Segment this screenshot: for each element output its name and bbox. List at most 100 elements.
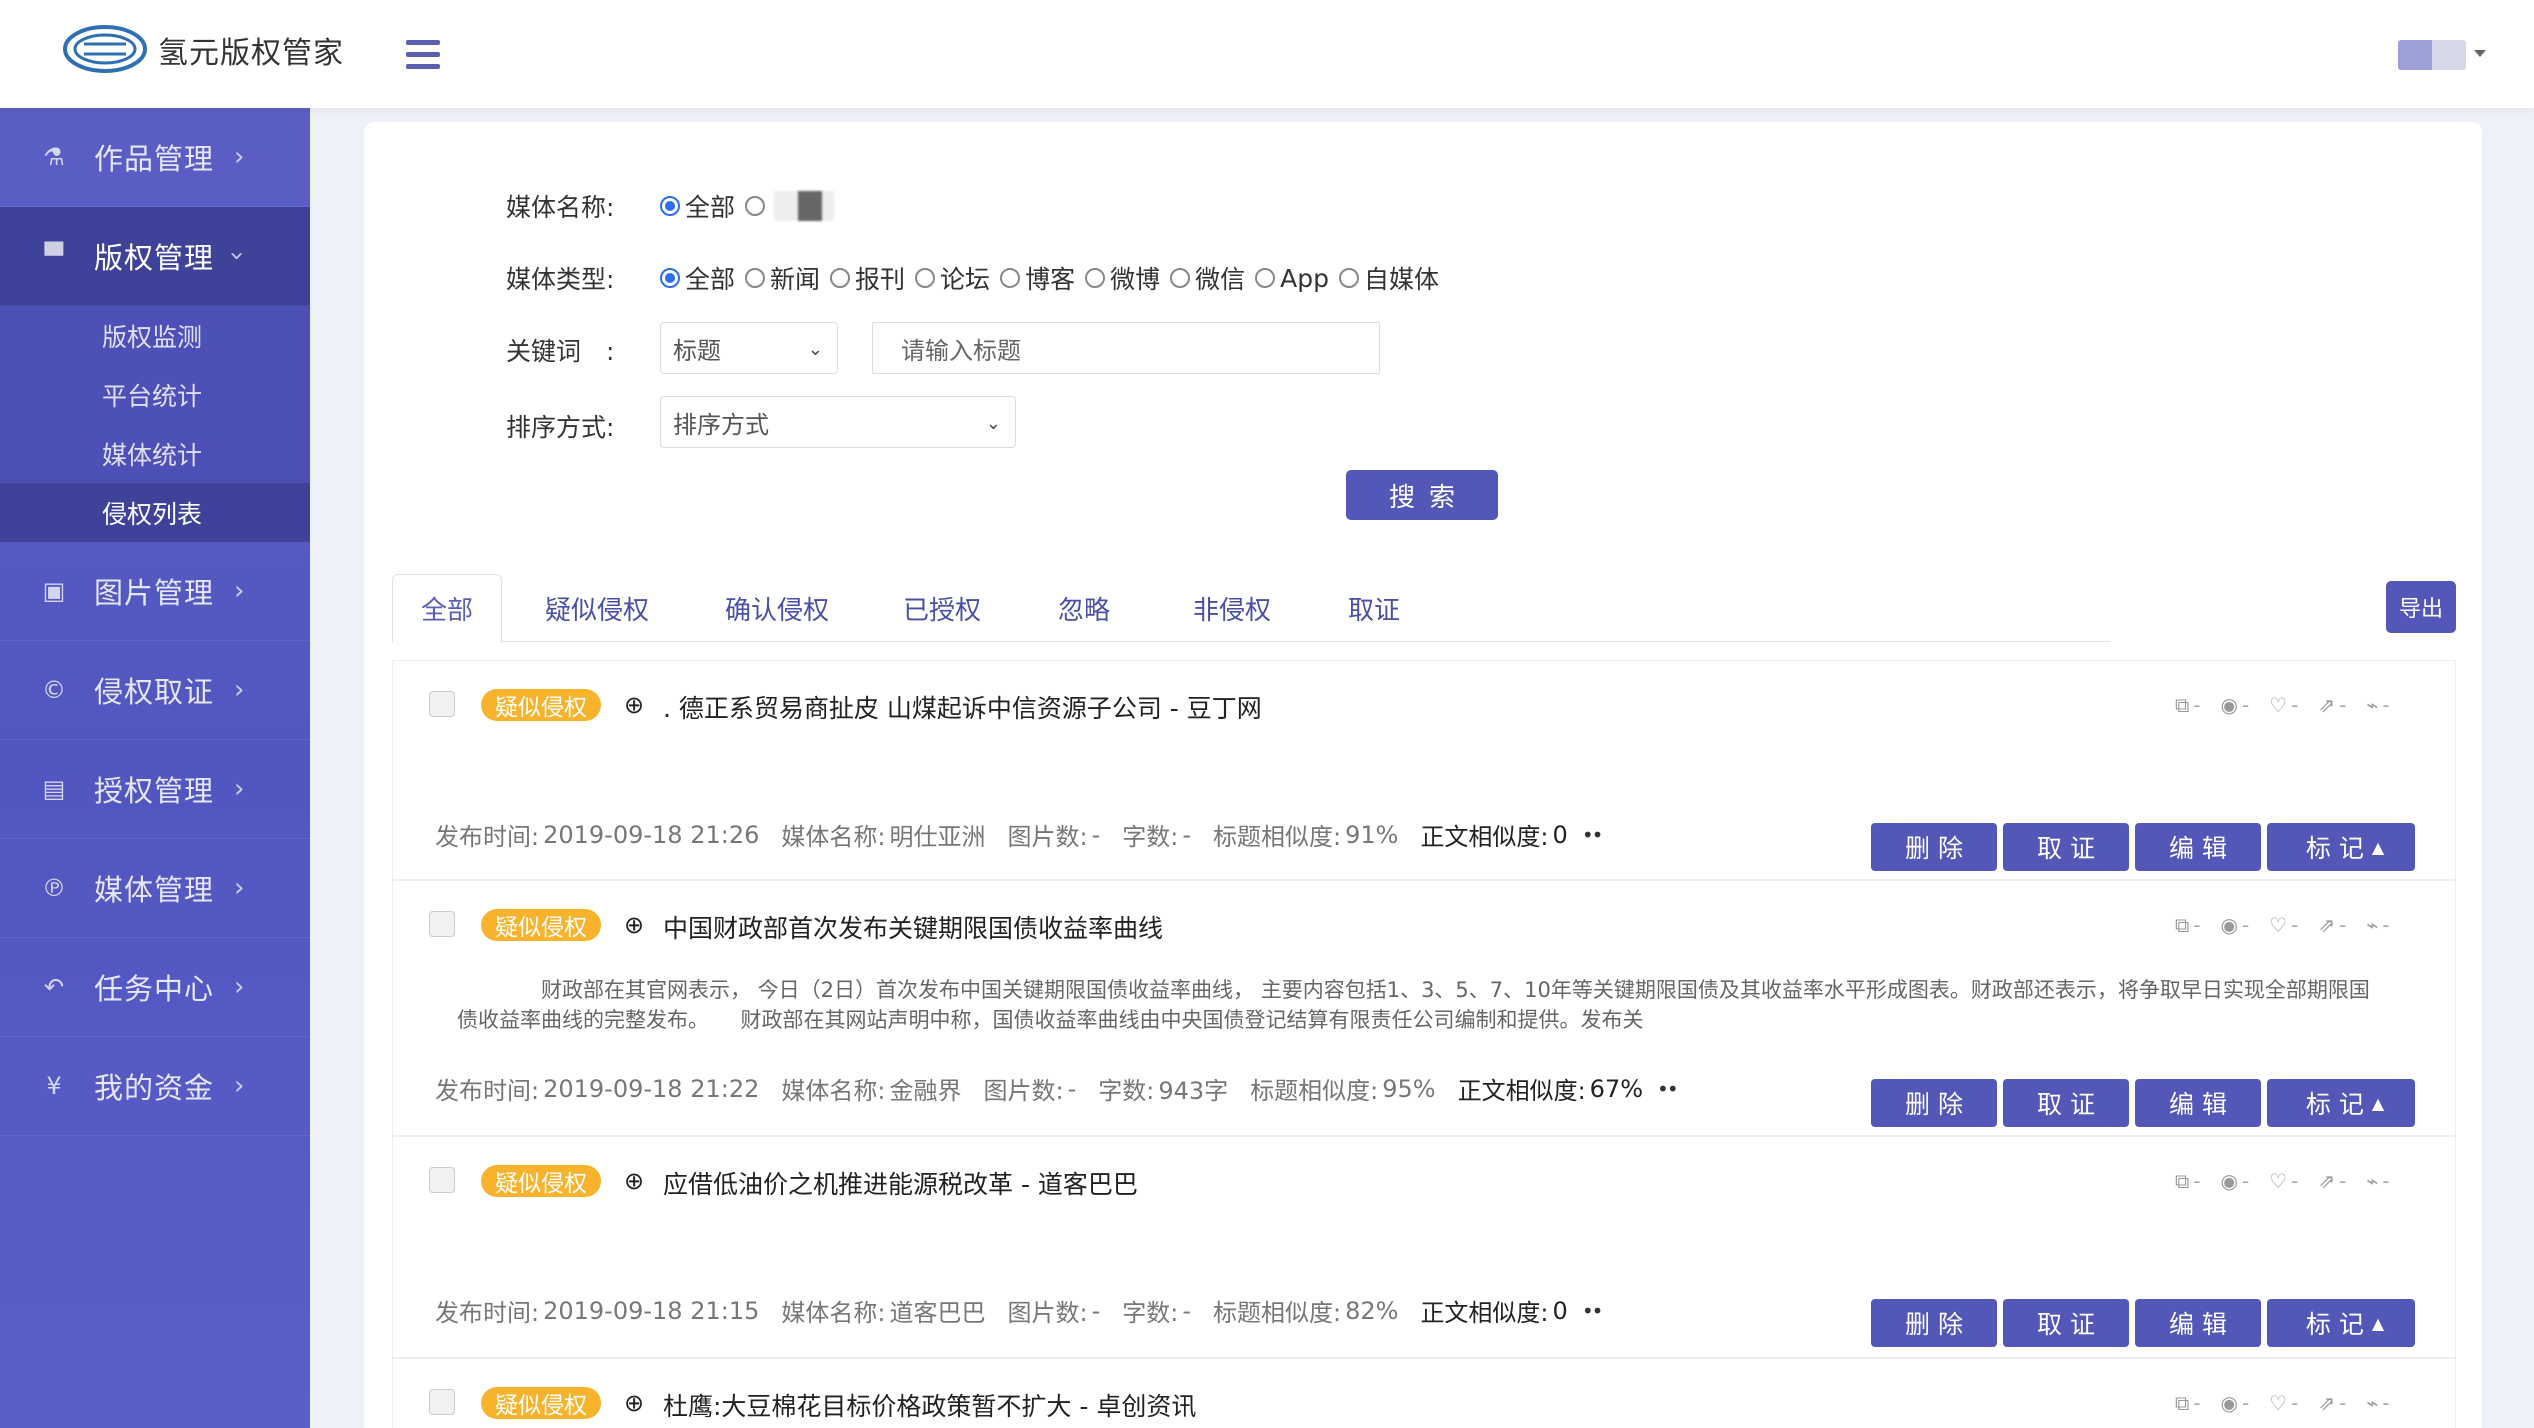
media-type-radio-wechat[interactable]: 微信 xyxy=(1170,260,1245,296)
stat-value: - xyxy=(2382,1391,2390,1415)
tab-evidence[interactable]: 取证 xyxy=(1334,574,1414,642)
sidebar-subitem-platform-stats[interactable]: 平台统计 xyxy=(0,365,310,424)
tab-authorized[interactable]: 已授权 xyxy=(892,574,992,642)
media-type-radio-all[interactable]: 全部 xyxy=(660,260,735,296)
radio-unchecked-icon xyxy=(1170,268,1191,288)
tab-confirmed[interactable]: 确认侵权 xyxy=(712,574,842,642)
globe-icon: ⊕ xyxy=(624,1389,645,1417)
status-tabs: 全部 疑似侵权 确认侵权 已授权 忽略 非侵权 取证 xyxy=(392,574,2110,643)
evidence-button[interactable]: 取证 xyxy=(2003,823,2129,871)
delete-button[interactable]: 删除 xyxy=(1871,823,1997,871)
share-icon: ⇗ xyxy=(2318,913,2336,937)
keyword-field-select[interactable]: 标题 ⌄ xyxy=(660,322,838,374)
row-checkbox[interactable] xyxy=(429,1167,455,1193)
share-icon: ⇗ xyxy=(2318,1391,2336,1415)
more-icon[interactable]: •• xyxy=(1657,1077,1679,1101)
sidebar-item-label: 版权管理 xyxy=(94,241,215,275)
more-icon[interactable]: •• xyxy=(1582,823,1604,847)
publish-time: 2019-09-18 21:26 xyxy=(543,820,760,849)
keyword-input[interactable]: 请输入标题 xyxy=(872,322,1380,374)
media-name-radio-all[interactable]: 全部 xyxy=(660,188,735,224)
media-name-radio-other[interactable] xyxy=(745,191,835,221)
sidebar-item-license[interactable]: ▤ 授权管理 › xyxy=(0,740,310,839)
sidebar-item-tasks[interactable]: ↶ 任务中心 › xyxy=(0,938,310,1037)
search-button[interactable]: 搜索 xyxy=(1346,470,1498,520)
chevron-right-icon: › xyxy=(234,1071,245,1101)
views-stat: ◉ - xyxy=(2221,1169,2250,1193)
media-type-radio-weibo[interactable]: 微博 xyxy=(1085,260,1160,296)
record-stats: ⧉ - ◉ - ♡ - ⇗ - ⌁ - xyxy=(2175,1391,2410,1415)
record-title[interactable]: 中国财政部首次发布关键期限国债收益率曲线 xyxy=(663,909,1163,945)
list-item: 疑似侵权 ⊕ . 德正系贸易商扯皮 山煤起诉中信资源子公司 - 豆丁网 ⧉ - ◉… xyxy=(392,660,2456,880)
heart-icon: ♡ xyxy=(2269,1391,2288,1415)
tag-icon: ⌁ xyxy=(2366,1169,2379,1193)
delete-button[interactable]: 删除 xyxy=(1871,1079,1997,1127)
record-title[interactable]: . 德正系贸易商扯皮 山煤起诉中信资源子公司 - 豆丁网 xyxy=(663,689,1262,725)
media-type-radio-self-media[interactable]: 自媒体 xyxy=(1338,260,1439,296)
chevron-right-icon: › xyxy=(234,972,245,1002)
list-item: 疑似侵权 ⊕ 杜鹰:大豆棉花目标价格政策暂不扩大 - 卓创资讯 ⧉ - ◉ - ♡ -… xyxy=(392,1358,2456,1428)
user-avatar[interactable] xyxy=(2398,40,2466,70)
sidebar-item-label: 作品管理 xyxy=(94,142,215,176)
edit-button[interactable]: 编辑 xyxy=(2135,823,2261,871)
edit-button[interactable]: 编辑 xyxy=(2135,1079,2261,1127)
caret-up-icon: ▲ xyxy=(2371,1313,2385,1333)
comments-stat: ⧉ - xyxy=(2175,913,2201,937)
tab-suspected[interactable]: 疑似侵权 xyxy=(532,574,662,642)
meta-label: 图片数: xyxy=(1007,823,1088,851)
share-icon: ⇗ xyxy=(2318,1169,2336,1193)
media-type-radio-press[interactable]: 报刊 xyxy=(830,260,905,296)
chevron-right-icon: › xyxy=(234,576,245,606)
sidebar-item-images[interactable]: ▣ 图片管理 › xyxy=(0,542,310,641)
media-type-radio-forum[interactable]: 论坛 xyxy=(915,260,990,296)
button-label: 标记 xyxy=(2305,1310,2372,1339)
redacted-media-name xyxy=(774,191,835,221)
radio-label: 自媒体 xyxy=(1363,265,1439,294)
radio-label: 全部 xyxy=(685,265,736,294)
stat-value: - xyxy=(2339,1169,2347,1193)
media-type-radio-news[interactable]: 新闻 xyxy=(745,260,820,296)
sidebar-item-copyright[interactable]: ▀ 版权管理 › xyxy=(0,207,310,306)
menu-toggle-icon[interactable] xyxy=(406,40,440,70)
tab-ignored[interactable]: 忽略 xyxy=(1044,574,1124,642)
media-type-radio-app[interactable]: App xyxy=(1255,264,1329,293)
mark-dropdown-button[interactable]: 标记 ▲ xyxy=(2267,1299,2415,1347)
evidence-button[interactable]: 取证 xyxy=(2003,1079,2129,1127)
delete-button[interactable]: 删除 xyxy=(1871,1299,1997,1347)
shares-stat: ⇗ - xyxy=(2318,913,2346,937)
evidence-button[interactable]: 取证 xyxy=(2003,1299,2129,1347)
row-checkbox[interactable] xyxy=(429,911,455,937)
sidebar-item-funds[interactable]: ¥ 我的资金 › xyxy=(0,1037,310,1136)
copyright-icon: © xyxy=(42,676,66,704)
row-checkbox[interactable] xyxy=(429,691,455,717)
mark-dropdown-button[interactable]: 标记 ▲ xyxy=(2267,823,2415,871)
record-title[interactable]: 杜鹰:大豆棉花目标价格政策暂不扩大 - 卓创资讯 xyxy=(663,1387,1196,1423)
caret-up-icon: ▲ xyxy=(2371,837,2385,857)
meta-label: 媒体名称: xyxy=(781,1077,886,1105)
tab-non-infringing[interactable]: 非侵权 xyxy=(1182,574,1282,642)
user-menu-caret-icon[interactable] xyxy=(2474,50,2486,57)
likes-stat: ♡ - xyxy=(2269,1169,2298,1193)
body-similarity: 67% xyxy=(1589,1074,1644,1103)
edit-button[interactable]: 编辑 xyxy=(2135,1299,2261,1347)
row-checkbox[interactable] xyxy=(429,1389,455,1415)
sidebar-item-works[interactable]: ⚗ 作品管理 › xyxy=(0,108,310,207)
sidebar-subitem-infringement-list[interactable]: 侵权列表 xyxy=(0,483,310,542)
more-icon[interactable]: •• xyxy=(1582,1299,1604,1323)
sort-select[interactable]: 排序方式 ⌄ xyxy=(660,396,1016,448)
meta-label: 字数: xyxy=(1122,1299,1179,1327)
stat-value: - xyxy=(2193,693,2201,717)
sidebar-item-evidence[interactable]: © 侵权取证 › xyxy=(0,641,310,740)
tags-stat: ⌁ - xyxy=(2366,1169,2389,1193)
media-type-radio-blog[interactable]: 博客 xyxy=(1000,260,1075,296)
stat-value: - xyxy=(2241,1391,2250,1415)
meta-label: 标题相似度: xyxy=(1250,1077,1379,1105)
sidebar-subitem-media-stats[interactable]: 媒体统计 xyxy=(0,424,310,483)
record-meta: 发布时间: 2019-09-18 21:22 媒体名称: 金融界 图片数: - 字数:… xyxy=(435,1071,1679,1106)
sidebar-item-media[interactable]: ℗ 媒体管理 › xyxy=(0,839,310,938)
sidebar-subitem-monitor[interactable]: 版权监测 xyxy=(0,306,310,365)
record-title[interactable]: 应借低油价之机推进能源税改革 - 道客巴巴 xyxy=(663,1165,1138,1201)
tab-all[interactable]: 全部 xyxy=(392,574,502,643)
export-button[interactable]: 导出 xyxy=(2386,581,2456,633)
mark-dropdown-button[interactable]: 标记 ▲ xyxy=(2267,1079,2415,1127)
